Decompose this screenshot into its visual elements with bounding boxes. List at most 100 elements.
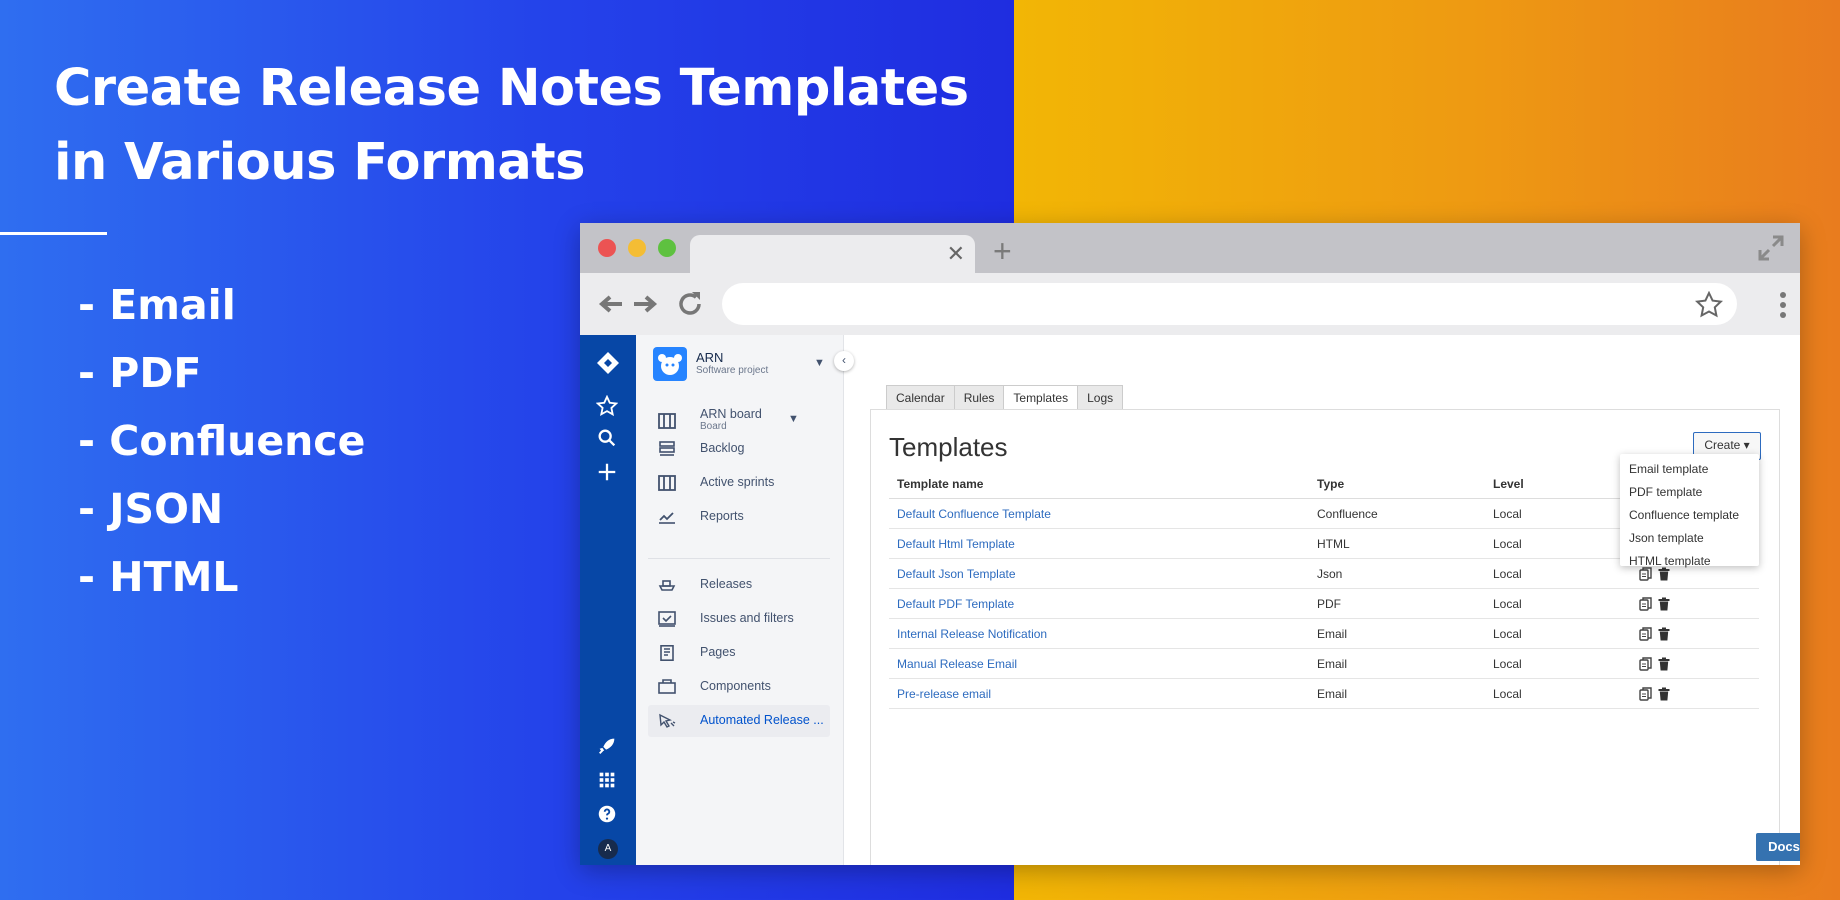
template-level: Local: [1485, 558, 1631, 589]
page-title: Templates: [889, 432, 1008, 462]
expand-icon[interactable]: [1756, 233, 1786, 268]
sidebar-item-label: Reports: [700, 509, 744, 523]
sidebar-item-backlog[interactable]: Backlog: [648, 433, 830, 465]
chevron-down-icon[interactable]: ▼: [814, 357, 825, 369]
menu-item-json-template[interactable]: Json template: [1620, 527, 1759, 550]
headline-line-2: in Various Formats: [54, 133, 585, 192]
ship-icon: [658, 577, 676, 598]
window-minimize-dot[interactable]: [628, 239, 646, 257]
menu-item-html-template[interactable]: HTML template: [1620, 550, 1759, 573]
address-bar[interactable]: [722, 283, 1737, 325]
trash-icon[interactable]: [1658, 626, 1676, 641]
sidebar-item-label: Releases: [700, 577, 753, 591]
window-close-dot[interactable]: [598, 239, 616, 257]
menu-item-pdf-template[interactable]: PDF template: [1620, 481, 1759, 504]
column-header-name: Template name: [889, 470, 1309, 499]
sidebar-item-automated-release[interactable]: Automated Release ...: [648, 705, 830, 737]
trash-icon[interactable]: [1658, 656, 1676, 671]
help-icon[interactable]: [596, 803, 618, 830]
column-header-type: Type: [1309, 470, 1485, 499]
copy-icon[interactable]: [1639, 656, 1658, 671]
page-icon: [658, 645, 676, 666]
back-arrow-icon[interactable]: [598, 294, 624, 319]
sidebar-item-issues-and-filters[interactable]: Issues and filters: [648, 603, 830, 635]
reload-icon[interactable]: [676, 290, 704, 323]
sidebar-item-label: Components: [700, 679, 771, 693]
reports-chart-icon: [658, 509, 676, 530]
project-name[interactable]: ARN: [696, 350, 723, 365]
template-level: Local: [1485, 588, 1631, 619]
template-name-link[interactable]: Default PDF Template: [889, 588, 1309, 619]
browser-toolbar: [580, 273, 1800, 335]
template-name-link[interactable]: Internal Release Notification: [889, 618, 1309, 649]
copy-icon[interactable]: [1639, 626, 1658, 641]
template-type: Json: [1309, 558, 1485, 589]
sidebar-item-reports[interactable]: Reports: [648, 501, 830, 533]
star-icon[interactable]: [595, 394, 619, 422]
tab-templates[interactable]: Templates: [1003, 385, 1078, 411]
docs-button[interactable]: Docs: [1756, 833, 1800, 861]
tab-logs[interactable]: Logs: [1077, 385, 1124, 411]
row-actions: [1631, 648, 1759, 679]
format-list: - Email - PDF - Confluence - JSON - HTML: [78, 276, 365, 616]
window-zoom-dot[interactable]: [658, 239, 676, 257]
tab-calendar[interactable]: Calendar: [886, 385, 954, 411]
user-avatar[interactable]: A: [598, 839, 618, 859]
format-item: - Confluence: [78, 417, 366, 465]
menu-item-confluence-template[interactable]: Confluence template: [1620, 504, 1759, 527]
close-icon[interactable]: ✕: [947, 243, 965, 265]
template-name-link[interactable]: Default Html Template: [889, 528, 1309, 559]
sidebar-item-label: ARN board: [700, 407, 762, 421]
template-name-link[interactable]: Default Json Template: [889, 558, 1309, 589]
template-level: Local: [1485, 498, 1631, 529]
browser-tab[interactable]: ✕: [690, 235, 975, 273]
copy-icon[interactable]: [1639, 596, 1658, 611]
sidebar-item-label: Issues and filters: [700, 611, 794, 625]
plus-icon[interactable]: +: [993, 235, 1012, 267]
template-name-link[interactable]: Manual Release Email: [889, 648, 1309, 679]
bookmark-star-icon[interactable]: [1694, 290, 1724, 324]
browser-menu-icon[interactable]: [1780, 292, 1786, 323]
template-type: PDF: [1309, 588, 1485, 619]
copy-icon[interactable]: [1639, 686, 1658, 701]
format-item: - JSON: [78, 485, 224, 533]
template-level: Local: [1485, 528, 1631, 559]
sidebar-item-pages[interactable]: Pages: [648, 637, 830, 669]
sprint-board-icon: [658, 475, 676, 496]
trash-icon[interactable]: [1658, 596, 1676, 611]
project-type: Software project: [696, 365, 769, 376]
column-header-level: Level: [1485, 470, 1631, 499]
sidebar-item-label: Pages: [700, 645, 736, 659]
sidebar-item-components[interactable]: Components: [648, 671, 830, 703]
template-level: Local: [1485, 648, 1631, 679]
forward-arrow-icon[interactable]: [632, 294, 658, 319]
template-type: Confluence: [1309, 498, 1485, 529]
headline-divider: [0, 232, 107, 235]
browser-window: ✕ + A ARN Software project ▼ ARN board B…: [580, 223, 1800, 865]
sidebar-item-releases[interactable]: Releases: [648, 569, 830, 601]
chevron-down-icon[interactable]: ▼: [788, 413, 799, 425]
main-content: Calendar Rules Templates Logs Templates …: [844, 335, 1800, 865]
create-plus-icon[interactable]: [596, 461, 618, 488]
tab-rules[interactable]: Rules: [953, 385, 1004, 411]
board-icon: [658, 413, 676, 434]
sidebar-item-active-sprints[interactable]: Active sprints: [648, 467, 830, 499]
format-item: - HTML: [78, 553, 239, 601]
browser-tab-bar: ✕ +: [580, 223, 1800, 273]
table-row: Internal Release Notification Email Local: [889, 618, 1759, 649]
template-type: Email: [1309, 678, 1485, 709]
rocket-icon[interactable]: [596, 735, 618, 762]
jira-logo-icon[interactable]: [596, 351, 620, 380]
jira-app: A ARN Software project ▼ ARN board Board…: [580, 335, 1800, 865]
global-navigation: A: [580, 335, 636, 865]
template-name-link[interactable]: Pre-release email: [889, 678, 1309, 709]
search-icon[interactable]: [596, 427, 618, 454]
trash-icon[interactable]: [1658, 686, 1676, 701]
menu-item-email-template[interactable]: Email template: [1620, 458, 1759, 481]
automation-icon: [658, 713, 676, 734]
template-name-link[interactable]: Default Confluence Template: [889, 498, 1309, 529]
template-type: Email: [1309, 648, 1485, 679]
app-switcher-icon[interactable]: [596, 769, 618, 796]
table-row: Manual Release Email Email Local: [889, 648, 1759, 679]
sidebar-item-sublabel: Board: [700, 421, 727, 432]
